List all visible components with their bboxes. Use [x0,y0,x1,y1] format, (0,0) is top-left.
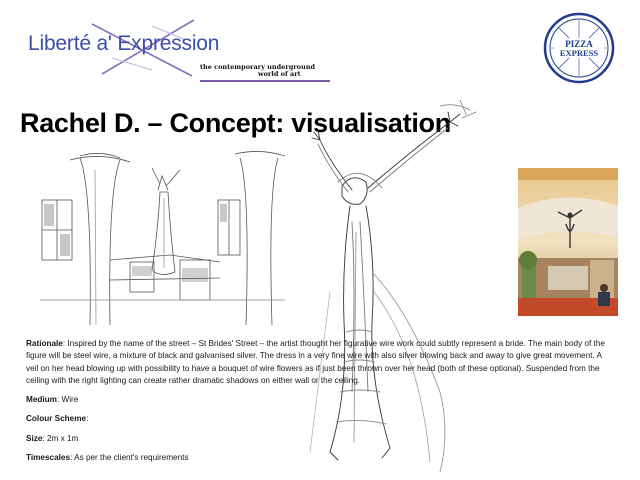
rationale-text: : Inspired by the name of the street – S… [26,339,605,385]
colour-label: Colour Scheme [26,414,87,424]
timescales-line: Timescales: As per the client's requirem… [26,452,616,464]
colour-value: : [86,414,89,424]
restaurant-photo [518,168,618,316]
size-label: Size [26,433,43,443]
size-line: Size: 2m x 1m [26,433,616,445]
pizza-logo-bottom: EXPRESS [560,48,599,58]
pizza-express-logo: PIZZA EXPRESS [543,12,615,84]
medium-label: Medium [26,395,57,405]
size-value: : 2m x 1m [42,433,79,443]
rationale-paragraph: Rationale: Inspired by the name of the s… [26,338,616,387]
logo-text: Liberté a' Expression [28,32,220,55]
timescales-label: Timescales [26,453,71,463]
description-block: Rationale: Inspired by the name of the s… [26,338,616,464]
interior-sketch-image [40,150,285,325]
rationale-label: Rationale [26,339,63,348]
timescales-value: : As per the client's requirements [70,453,189,463]
colour-line: Colour Scheme: [26,413,616,425]
tagline-underline [200,80,330,82]
medium-line: Medium: Wire [26,394,616,406]
tagline: the contemporary underground world of ar… [200,64,315,78]
tagline-line2: world of art [258,70,301,78]
medium-value: : Wire [56,395,79,405]
